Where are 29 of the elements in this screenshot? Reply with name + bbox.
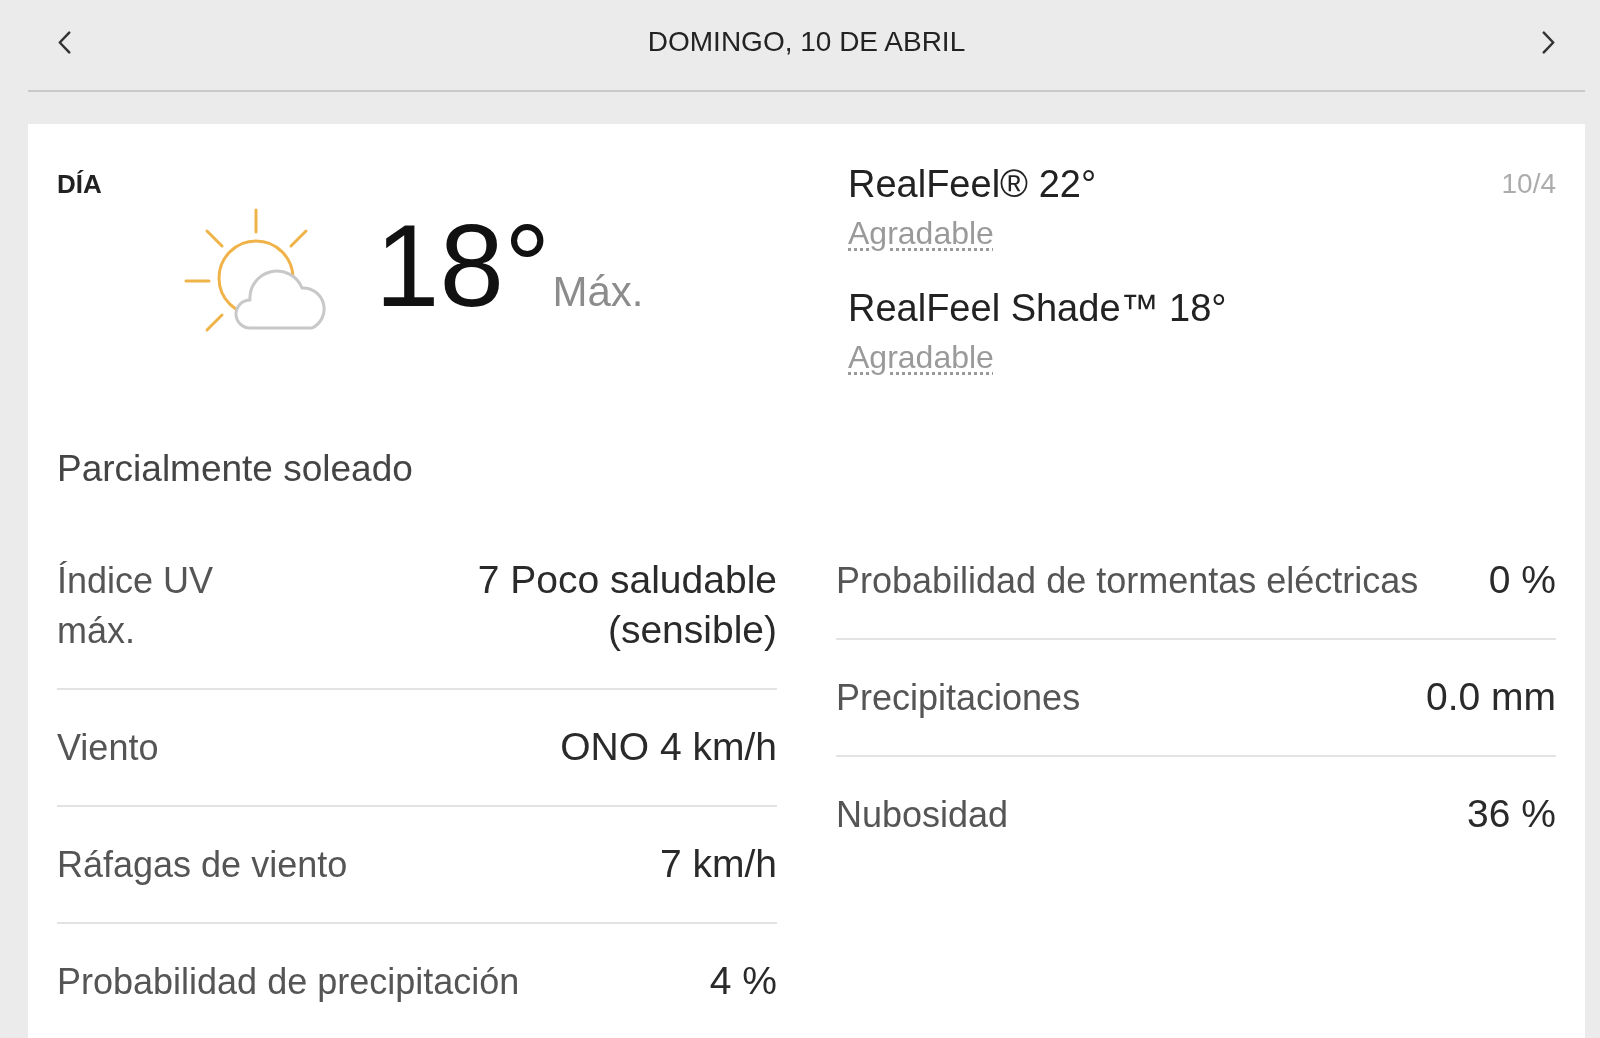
detail-label: Precipitaciones [836, 676, 1081, 720]
temperature-value: 18° [375, 208, 551, 324]
previous-day-button[interactable] [56, 28, 73, 56]
realfeel-phrase: Agradable [848, 215, 994, 251]
detail-label: Índice UV máx. [57, 559, 215, 653]
realfeel-value: RealFeel Shade™ 18° [848, 286, 1227, 331]
sun-behind-cloud-icon [184, 208, 329, 333]
period-label: DÍA [57, 169, 102, 199]
detail-label: Probabilidad de tormentas eléctricas [836, 559, 1419, 603]
date-label: 10/4 [1501, 167, 1556, 201]
detail-value: 0.0 mm [1425, 674, 1556, 720]
realfeel-value: RealFeel® 22° [848, 162, 1097, 207]
detail-value: 4 % [709, 958, 777, 1004]
chevron-right-icon [1542, 30, 1555, 54]
detail-label: Ráfagas de viento [57, 843, 348, 887]
detail-value: 7 Poco saludable (sensible) [476, 557, 777, 653]
temperature-label: Máx. [552, 271, 644, 313]
condition-text: Parcialmente soleado [57, 447, 413, 491]
realfeel-phrase: Agradable [848, 339, 994, 375]
chevron-left-icon [58, 30, 71, 54]
detail-value: ONO 4 km/h [560, 724, 777, 770]
detail-value: 7 km/h [659, 841, 777, 887]
detail-value: 0 % [1488, 557, 1556, 603]
date-title: DOMINGO, 10 DE ABRIL [647, 25, 966, 59]
next-day-button[interactable] [1540, 28, 1557, 56]
detail-label: Probabilidad de precipitación [57, 960, 520, 1004]
detail-value: 36 % [1467, 791, 1556, 837]
detail-label: Viento [57, 726, 159, 770]
detail-label: Nubosidad [836, 793, 1009, 837]
